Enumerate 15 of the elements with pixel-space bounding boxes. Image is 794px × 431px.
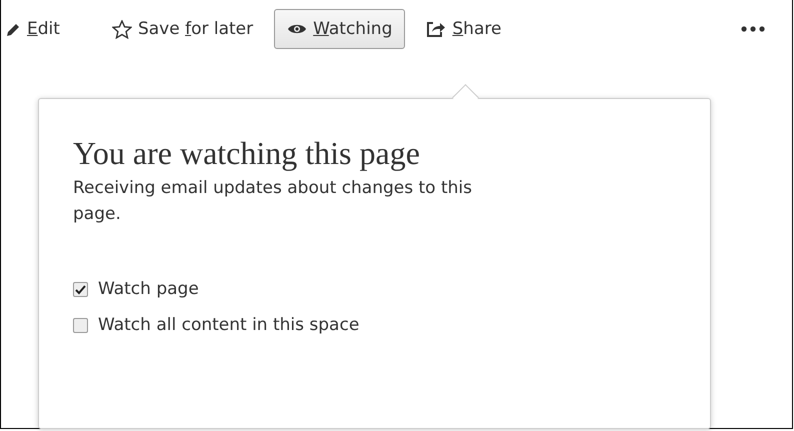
share-icon: [426, 20, 446, 38]
checkbox-label[interactable]: Watch all content in this space: [98, 313, 360, 338]
more-icon: [741, 26, 765, 32]
edit-button[interactable]: Edit: [5, 9, 71, 49]
star-icon: [112, 20, 132, 38]
watching-button[interactable]: Watching: [274, 9, 406, 49]
eye-icon: [287, 22, 308, 36]
popup-title: You are watching this page: [73, 134, 421, 173]
checkbox[interactable]: [73, 318, 88, 333]
popup-description: Receiving email updates about changes to this page.: [73, 177, 474, 226]
save-for-later-button[interactable]: Save for later: [100, 9, 264, 49]
checkbox[interactable]: [73, 282, 88, 297]
checkbox-label[interactable]: Watch page: [98, 277, 199, 302]
share-button[interactable]: Share: [415, 9, 512, 49]
pencil-icon: [6, 22, 21, 36]
